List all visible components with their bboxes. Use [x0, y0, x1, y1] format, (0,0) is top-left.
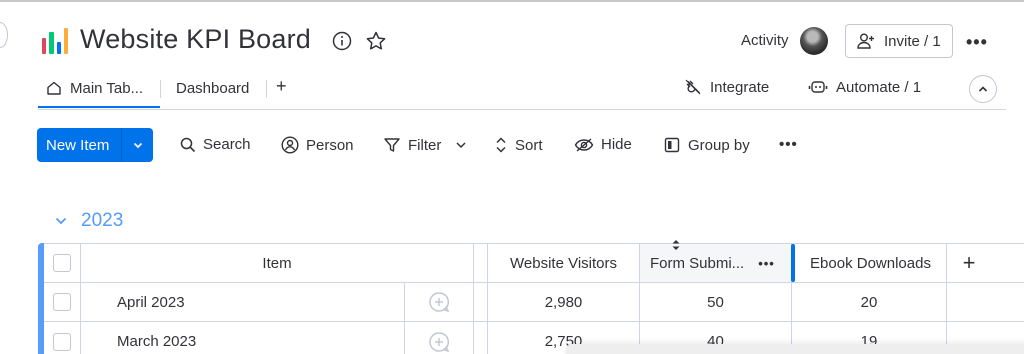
table-row[interactable]: April 2023 2,980 50 20: [44, 283, 1024, 322]
filter-icon: [384, 138, 400, 152]
activity-button[interactable]: Activity: [741, 32, 789, 49]
column-menu-icon[interactable]: •••: [758, 256, 775, 271]
automate-button[interactable]: Automate / 1: [808, 78, 921, 96]
tabs-divider-line: [38, 109, 1006, 110]
integrate-button[interactable]: Integrate: [684, 78, 769, 96]
ebook-downloads-cell[interactable]: 20: [792, 283, 947, 321]
chevron-down-icon[interactable]: [454, 138, 468, 152]
add-person-icon: [857, 33, 874, 49]
star-icon[interactable]: [365, 30, 387, 52]
hide-button[interactable]: Hide: [574, 136, 632, 153]
column-spacer: [474, 283, 488, 321]
tab-divider: [266, 80, 267, 98]
column-header-website-visitors[interactable]: Website Visitors: [488, 244, 640, 282]
chevron-down-icon: [133, 142, 142, 149]
row-select-cell: [44, 283, 81, 321]
website-visitors-value: 2,980: [544, 293, 583, 311]
add-column-label: +: [962, 250, 976, 275]
tab-main-label: Main Tab...: [70, 79, 144, 97]
window-top-border: [0, 0, 1024, 2]
more-options-icon[interactable]: •••: [779, 136, 798, 153]
new-item-button[interactable]: New Item: [37, 128, 153, 162]
column-header-form-submissions-label: Form Submi...: [650, 254, 745, 272]
row-select-cell: [44, 322, 81, 354]
items-table: Item Website Visitors Form Submi... ••• …: [38, 243, 1024, 354]
search-label: Search: [203, 136, 251, 153]
group-by-button[interactable]: Group by: [663, 136, 750, 154]
column-spacer: [474, 244, 488, 282]
automate-label: Automate / 1: [836, 78, 922, 96]
tab-main-table[interactable]: Main Tab...: [38, 70, 160, 108]
tab-dashboard[interactable]: Dashboard: [176, 80, 249, 97]
item-name: March 2023: [117, 333, 197, 350]
table-header-row: Item Website Visitors Form Submi... ••• …: [44, 243, 1024, 283]
website-visitors-cell[interactable]: 2,980: [488, 283, 640, 321]
group-by-icon: [664, 137, 680, 153]
select-all-checkbox[interactable]: [53, 254, 71, 272]
person-filter-button[interactable]: Person: [281, 136, 354, 154]
column-drag-handle-icon[interactable]: [669, 238, 683, 252]
updates-cell[interactable]: [405, 283, 474, 321]
collapse-header-button[interactable]: [969, 75, 997, 103]
column-header-item-label: Item: [262, 254, 292, 272]
home-icon: [47, 81, 61, 95]
column-header-website-visitors-label: Website Visitors: [510, 254, 617, 272]
add-update-icon[interactable]: [428, 291, 450, 313]
chevron-down-icon[interactable]: [54, 214, 68, 228]
updates-cell[interactable]: [405, 322, 474, 354]
column-spacer: [474, 322, 488, 354]
new-item-label: New Item: [46, 136, 110, 154]
invite-label: Invite / 1: [884, 32, 941, 50]
filter-label: Filter: [408, 136, 442, 154]
column-header-item[interactable]: Item: [81, 244, 474, 282]
integrate-label: Integrate: [710, 78, 770, 96]
avatar[interactable]: [800, 27, 828, 55]
more-horizontal-icon[interactable]: •••: [966, 32, 988, 53]
floating-panel-edge: [566, 344, 1024, 354]
chevron-up-icon: [978, 86, 988, 92]
select-all-cell: [44, 244, 81, 282]
search-button[interactable]: Search: [180, 136, 251, 153]
form-submissions-value: 50: [707, 293, 724, 311]
column-resize-handle[interactable]: [791, 244, 795, 282]
add-view-button[interactable]: +: [276, 76, 287, 97]
column-header-ebook-downloads[interactable]: Ebook Downloads: [795, 244, 947, 282]
row-checkbox[interactable]: [53, 332, 71, 351]
search-icon: [180, 137, 196, 152]
hide-label: Hide: [601, 136, 632, 153]
row-checkbox[interactable]: [53, 293, 71, 311]
item-name-cell[interactable]: April 2023: [81, 283, 405, 321]
new-item-dropdown[interactable]: [122, 139, 153, 151]
form-submissions-cell[interactable]: 50: [640, 283, 792, 321]
column-header-ebook-downloads-label: Ebook Downloads: [810, 254, 931, 272]
info-icon[interactable]: [332, 31, 352, 51]
column-header-form-submissions[interactable]: Form Submi... •••: [640, 244, 792, 282]
board-logo-icon: [42, 28, 68, 54]
group-by-label: Group by: [688, 136, 750, 154]
board-title[interactable]: Website KPI Board: [80, 24, 311, 55]
add-column-button[interactable]: +: [947, 244, 991, 282]
item-name-cell[interactable]: March 2023: [81, 322, 405, 354]
ebook-downloads-value: 20: [860, 293, 878, 311]
person-icon: [281, 136, 299, 154]
tab-divider: [160, 80, 161, 98]
board-header: Website KPI Board Activity Invite / 1 ••…: [0, 14, 1024, 66]
sort-icon: [496, 137, 506, 153]
sort-button[interactable]: Sort: [494, 136, 543, 154]
group-title[interactable]: 2023: [81, 210, 123, 232]
person-label: Person: [306, 136, 354, 154]
plug-icon: [685, 79, 701, 95]
add-update-icon[interactable]: [428, 331, 450, 353]
invite-button[interactable]: Invite / 1: [845, 24, 953, 58]
item-name: April 2023: [117, 293, 185, 311]
filter-button[interactable]: Filter: [383, 136, 468, 154]
robot-icon: [808, 81, 828, 93]
sort-label: Sort: [515, 136, 543, 154]
eye-hidden-icon: [574, 137, 594, 152]
